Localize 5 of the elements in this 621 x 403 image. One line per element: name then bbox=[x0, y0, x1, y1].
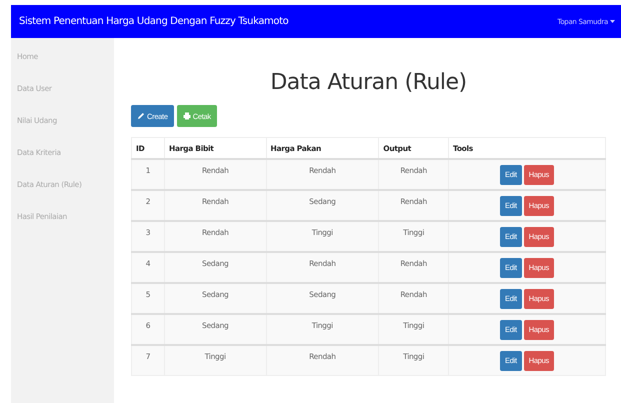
caret-icon bbox=[610, 20, 615, 23]
printer-icon bbox=[182, 112, 191, 120]
page-title: Data Aturan (Rule) bbox=[269, 70, 468, 95]
app-title: Sistem Penentuan Harga Udang Dengan Fuzzy Tsukamoto bbox=[19, 16, 288, 27]
pencil-icon bbox=[137, 112, 145, 120]
